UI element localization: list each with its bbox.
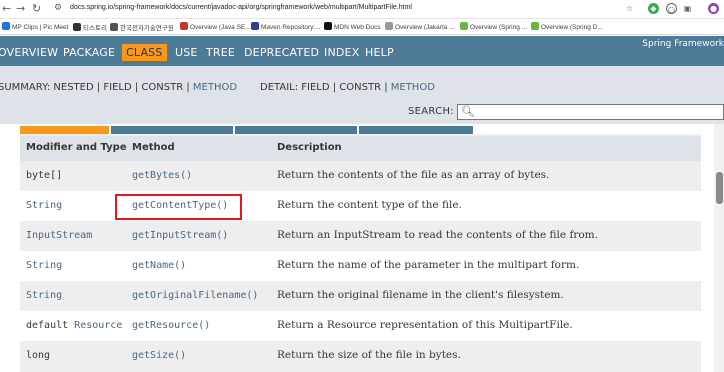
header-modifier-type: Modifier and Type [26,142,127,153]
detail-links: DETAIL: FIELD | CONSTR | METHOD [260,82,435,93]
tab-instance-methods[interactable] [111,126,233,134]
header-method: Method [132,142,175,153]
search-icon: 🔍︎ [461,105,475,118]
return-type-link[interactable]: String [26,260,62,271]
method-description: Return the content type of the file. [277,199,462,211]
page-scrollbar[interactable] [714,124,724,372]
method-link[interactable]: getOriginalFilename() [132,290,258,301]
search-label: SEARCH: [408,106,454,117]
nav-package[interactable]: PACKAGE [63,46,115,59]
brand-label: Spring Framework [642,39,724,49]
table-row: InputStream getInputStream() Return an I… [20,221,701,251]
summary-method-link[interactable]: METHOD [193,82,237,93]
bookmark-item[interactable]: Overview (Jakarta ... [385,22,455,31]
method-description: Return the size of the file in bytes. [277,349,461,361]
table-row: byte[] getBytes() Return the contents of… [20,161,701,191]
method-description: Return an InputStream to read the conten… [277,229,598,241]
return-type-link[interactable]: String [26,200,62,211]
tab-default-methods[interactable] [359,126,473,134]
method-description: Return the name of the parameter in the … [277,259,580,271]
bookmark-item[interactable]: MDN Web Docs [324,22,380,31]
return-type: byte[] [26,170,63,181]
bookmarks-bar: MP Clips | Pic Meet 티스토리 한국전자기술연구원 Overv… [0,19,724,35]
puzzle-extensions-icon[interactable]: ▣ [682,3,693,14]
bookmark-item[interactable]: MP Clips | Pic Meet [2,22,68,31]
return-type: default Resource [26,320,123,331]
reload-icon[interactable]: ↻ [32,2,41,16]
nav-index[interactable]: INDEX [324,46,359,59]
return-type: long [26,350,51,361]
bookmark-star-icon[interactable]: ☆ [624,3,635,14]
profile-avatar[interactable]: ● [708,3,719,14]
scrollbar-thumb[interactable] [716,172,723,204]
extension-shield-icon[interactable]: ◆ [648,3,659,14]
return-type: String [26,200,62,211]
bookmark-item[interactable]: Maven Repository:... [251,22,321,31]
highlight-annotation-box [115,194,242,220]
method-description: Return the contents of the file as an ar… [277,169,550,181]
extension-icon[interactable]: ○ [666,3,677,14]
nav-tree[interactable]: TREE [206,46,235,59]
header-description: Description [277,142,342,153]
tab-all-methods[interactable] [20,126,109,134]
url-field[interactable]: docs.spring.io/spring-framework/docs/cur… [70,4,412,11]
bookmark-item[interactable]: Overview (Spring ... [460,22,527,31]
search-input[interactable]: 🔍︎ [457,104,724,120]
nav-help[interactable]: HELP [365,46,394,59]
nav-class-active[interactable]: CLASS [122,44,167,61]
return-type: String [26,290,62,301]
table-row: String getName() Return the name of the … [20,251,701,281]
method-link[interactable]: getSize() [132,350,186,361]
method-link[interactable]: getName() [132,260,186,271]
nav-deprecated[interactable]: DEPRECATED [244,46,319,59]
bookmark-item[interactable]: Overview (Spring D... [531,22,603,31]
site-info-icon[interactable]: ⚙ [52,3,64,15]
tab-abstract-methods[interactable] [235,126,357,134]
nav-use[interactable]: USE [175,46,198,59]
table-row: long getSize() Return the size of the fi… [20,341,701,371]
return-type: InputStream [26,230,92,241]
method-link[interactable]: getInputStream() [132,230,228,241]
table-row: String getOriginalFilename() Return the … [20,281,701,311]
table-row: default Resource getResource() Return a … [20,311,701,341]
method-description: Return a Resource representation of this… [277,319,573,331]
javadoc-top-nav: OVERVIEW PACKAGE CLASS USE TREE DEPRECAT… [0,36,724,66]
method-link[interactable]: getBytes() [132,170,192,181]
back-arrow-icon[interactable]: ← [2,2,11,16]
detail-method-link[interactable]: METHOD [391,82,435,93]
return-type-link[interactable]: InputStream [26,230,92,241]
return-type: String [26,260,62,271]
summary-links: SUMMARY: NESTED | FIELD | CONSTR | METHO… [0,82,238,93]
browser-address-bar: ← → ↻ ⚙ docs.spring.io/spring-framework/… [0,0,724,19]
forward-arrow-icon[interactable]: → [16,2,25,16]
return-type-link[interactable]: Resource [74,320,122,331]
return-type-link[interactable]: String [26,290,62,301]
bookmark-item[interactable]: Overview (Java SE... [180,22,251,31]
method-description: Return the original filename in the clie… [277,289,564,301]
nav-overview[interactable]: OVERVIEW [0,46,58,59]
bookmark-item[interactable]: 한국전자기술연구원 [110,22,174,32]
method-link[interactable]: getResource() [132,320,210,331]
bookmark-item[interactable]: 티스토리 [73,22,107,32]
javadoc-sub-nav: SUMMARY: NESTED | FIELD | CONSTR | METHO… [0,66,724,124]
